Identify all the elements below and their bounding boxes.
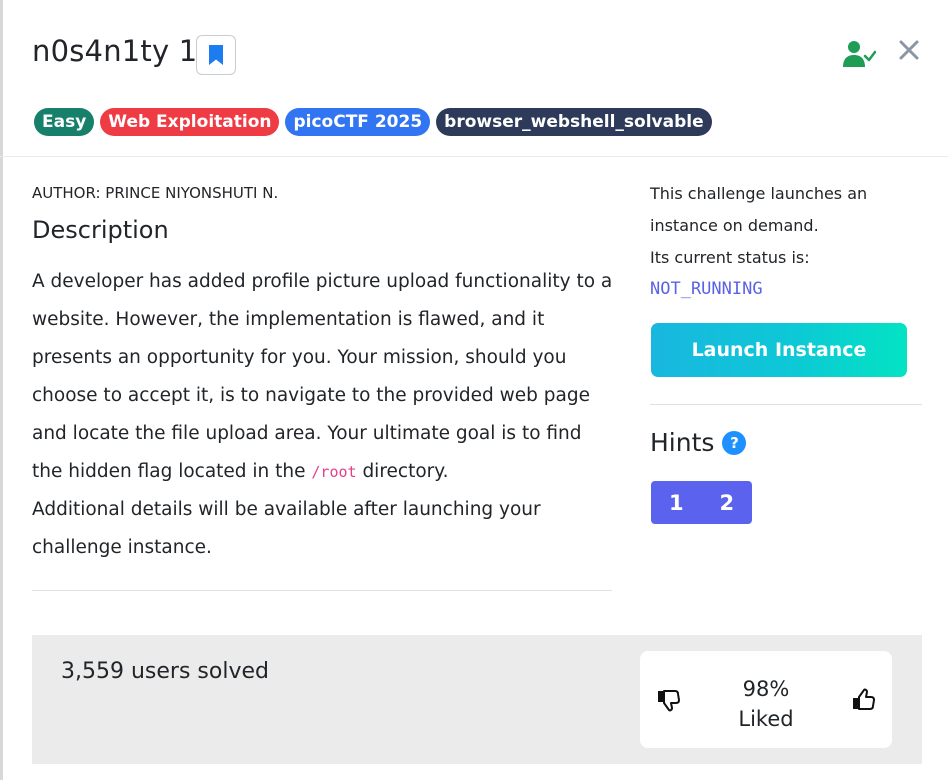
instance-info-line-1: This challenge launches an [650, 184, 868, 203]
description-part-2: directory. [356, 461, 449, 482]
hints-heading: Hints ? [650, 428, 747, 457]
hint-button-1[interactable]: 1 [651, 481, 702, 524]
hint-button-group: 1 2 [651, 481, 752, 524]
hint-button-2[interactable]: 2 [702, 481, 753, 524]
launch-instance-button[interactable]: Launch Instance [651, 323, 907, 377]
description-text: A developer has added profile picture up… [32, 263, 617, 567]
help-icon[interactable]: ? [722, 430, 747, 455]
instance-info-line-3: Its current status is: [650, 248, 810, 267]
like-card: 98% Liked [640, 651, 892, 748]
description-heading: Description [32, 216, 169, 244]
close-icon[interactable] [897, 38, 921, 62]
challenge-title: n0s4n1ty 1 [32, 34, 198, 68]
tag-solvable: browser_webshell_solvable [436, 108, 712, 136]
modal-header: n0s4n1ty 1 Easy Web Exploitation picoCTF… [0, 0, 948, 157]
root-path-code: /root [311, 463, 357, 481]
tag-difficulty: Easy [34, 108, 95, 136]
hints-title: Hints [650, 428, 715, 457]
users-solved-count: 3,559 users solved [61, 659, 269, 684]
bookmark-icon [209, 45, 223, 65]
user-check-icon[interactable] [842, 40, 876, 68]
side-divider [650, 404, 922, 405]
challenge-author: AUTHOR: PRINCE NIYONSHUTI N. [32, 184, 279, 202]
instance-status: NOT_RUNNING [650, 279, 763, 299]
description-divider [32, 590, 612, 591]
bookmark-button[interactable] [196, 35, 236, 75]
challenge-modal: n0s4n1ty 1 Easy Web Exploitation picoCTF… [0, 0, 948, 780]
tag-category: Web Exploitation [100, 108, 280, 136]
stats-footer: 3,559 users solved 98% Liked [32, 635, 922, 764]
instance-panel: This challenge launches an instance on d… [650, 178, 922, 299]
instance-info-line-2: instance on demand. [650, 216, 819, 235]
description-part-3: Additional details will be available aft… [32, 499, 541, 558]
description-part-1: A developer has added profile picture up… [32, 271, 613, 482]
tag-event: picoCTF 2025 [285, 108, 431, 136]
tag-list: Easy Web Exploitation picoCTF 2025 brows… [34, 108, 712, 136]
thumbs-up-icon[interactable] [851, 687, 877, 713]
